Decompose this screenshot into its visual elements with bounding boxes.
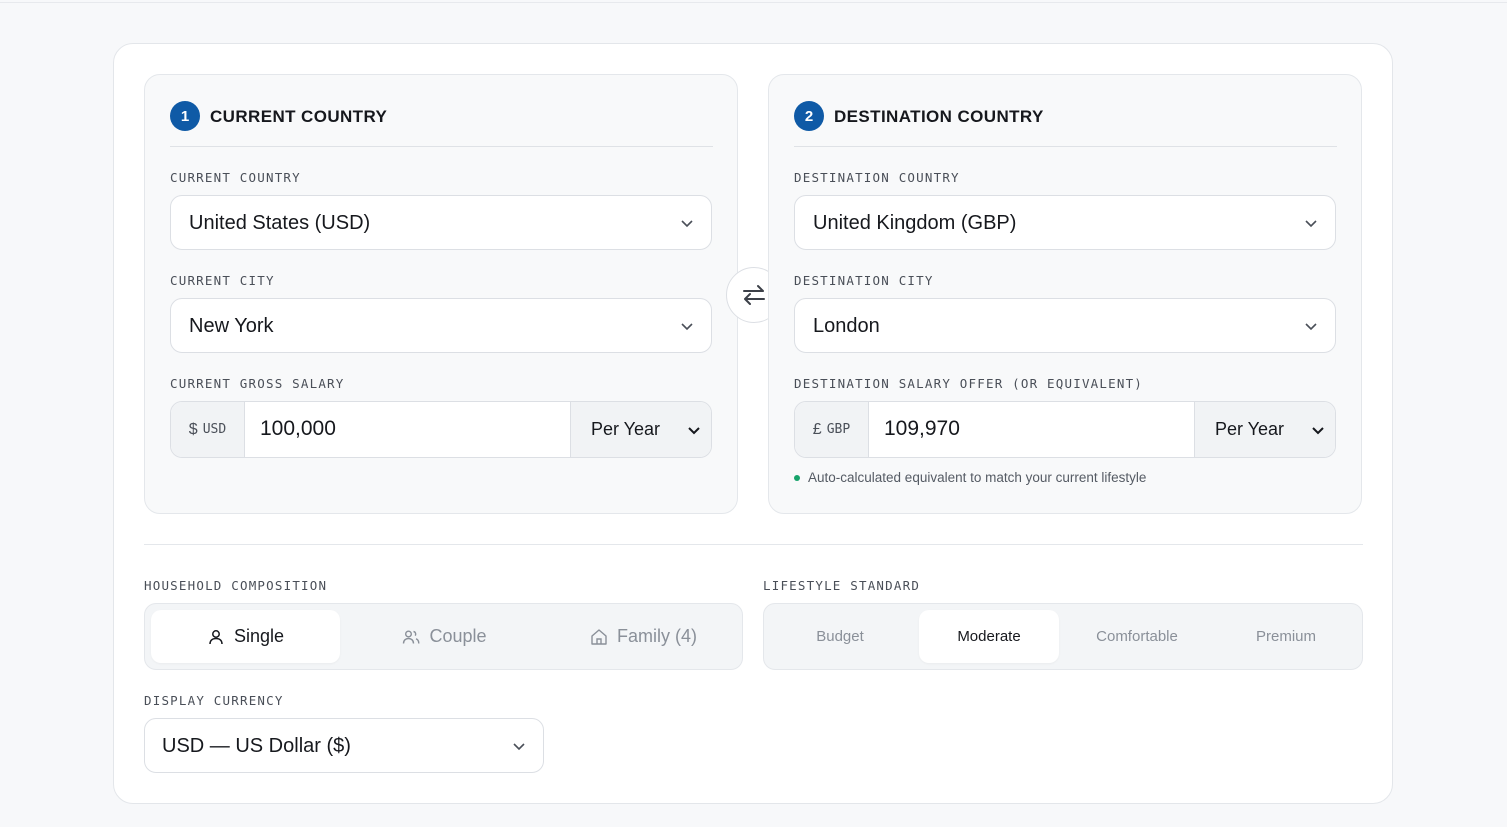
display-currency-select[interactable]: USD — US Dollar ($) (144, 718, 544, 773)
section-divider (144, 544, 1363, 545)
household-segmented-control: Single Couple Family (4) (144, 603, 743, 670)
destination-country-select[interactable]: United Kingdom (GBP) (794, 195, 1336, 250)
panel-header: 1 CURRENT COUNTRY (170, 101, 713, 147)
selected-value: USD — US Dollar ($) (162, 735, 351, 757)
current-salary-input[interactable]: 100,000 (260, 417, 336, 441)
user-icon (209, 629, 223, 644)
step-badge: 2 (794, 101, 824, 131)
currency-symbol: £ (812, 420, 822, 438)
option-label: Single (233, 626, 285, 646)
current-city-label: CURRENT CITY (170, 273, 275, 288)
household-option-single[interactable]: Single (151, 610, 340, 663)
lifestyle-option-premium[interactable]: Premium (1216, 610, 1356, 663)
household-option-family[interactable]: Family (4) (549, 610, 738, 663)
currency-code: GBP (826, 422, 851, 437)
option-label: Couple (429, 626, 487, 646)
panel-title: DESTINATION COUNTRY (834, 107, 1044, 126)
current-salary-group: $ USD 100,000 Per Year (170, 401, 712, 458)
option-label: Comfortable (1096, 628, 1178, 645)
users-icon (403, 630, 420, 644)
destination-period-select[interactable]: Per Year (1194, 402, 1335, 457)
lifestyle-option-comfortable[interactable]: Comfortable (1067, 610, 1207, 663)
current-period-select[interactable]: Per Year (570, 402, 711, 457)
chevron-down-icon (681, 220, 693, 228)
chevron-down-icon (681, 323, 693, 331)
home-icon (591, 628, 607, 645)
current-country-select[interactable]: United States (USD) (170, 195, 712, 250)
calculator-card: 1 CURRENT COUNTRY CURRENT COUNTRY United… (113, 43, 1393, 804)
currency-prefix: $ USD (171, 402, 245, 457)
currency-symbol: $ (188, 420, 198, 438)
household-label: HOUSEHOLD COMPOSITION (144, 578, 328, 593)
currency-prefix: £ GBP (795, 402, 869, 457)
note-text: Auto-calculated equivalent to match your… (808, 470, 1147, 485)
step-badge: 1 (170, 101, 200, 131)
lifestyle-option-moderate[interactable]: Moderate (919, 610, 1059, 663)
chevron-down-icon (513, 743, 525, 751)
lifestyle-segmented-control: Budget Moderate Comfortable Premium (763, 603, 1363, 670)
status-dot (794, 474, 800, 481)
current-country-label: CURRENT COUNTRY (170, 170, 301, 185)
option-label: Budget (816, 628, 864, 645)
chevron-down-icon (1305, 220, 1317, 228)
panel-title: CURRENT COUNTRY (210, 107, 388, 126)
option-label: Premium (1255, 628, 1316, 645)
destination-country-panel: 2 DESTINATION COUNTRY DESTINATION COUNTR… (768, 74, 1362, 514)
selected-value: United States (USD) (189, 212, 371, 234)
lifestyle-label: LIFESTYLE STANDARD (763, 578, 921, 593)
period-value: Per Year (591, 419, 661, 439)
chevron-down-icon (1312, 427, 1324, 435)
current-city-select[interactable]: New York (170, 298, 712, 353)
chevron-down-icon (688, 427, 700, 435)
current-salary-label: CURRENT GROSS SALARY (170, 376, 345, 391)
chevron-down-icon (1305, 323, 1317, 331)
selected-value: New York (189, 315, 274, 337)
destination-salary-group: £ GBP 109,970 Per Year (794, 401, 1336, 458)
option-label: Moderate (957, 628, 1021, 645)
currency-code: USD (202, 422, 227, 437)
period-value: Per Year (1215, 419, 1285, 439)
panel-header: 2 DESTINATION COUNTRY (794, 101, 1337, 147)
destination-salary-label: DESTINATION SALARY OFFER (OR EQUIVALENT) (794, 376, 1144, 391)
swap-arrows-icon (743, 285, 765, 305)
destination-country-label: DESTINATION COUNTRY (794, 170, 960, 185)
destination-city-select[interactable]: London (794, 298, 1336, 353)
destination-salary-input[interactable]: 109,970 (884, 417, 960, 441)
selected-value: London (813, 315, 880, 337)
option-label: Family (4) (617, 626, 697, 646)
top-border (0, 2, 1507, 3)
lifestyle-option-budget[interactable]: Budget (770, 610, 910, 663)
display-currency-label: DISPLAY CURRENCY (144, 693, 284, 708)
auto-calc-note: Auto-calculated equivalent to match your… (794, 470, 1146, 485)
selected-value: United Kingdom (GBP) (813, 212, 1017, 234)
current-country-panel: 1 CURRENT COUNTRY CURRENT COUNTRY United… (144, 74, 738, 514)
household-option-couple[interactable]: Couple (350, 610, 539, 663)
destination-city-label: DESTINATION CITY (794, 273, 934, 288)
